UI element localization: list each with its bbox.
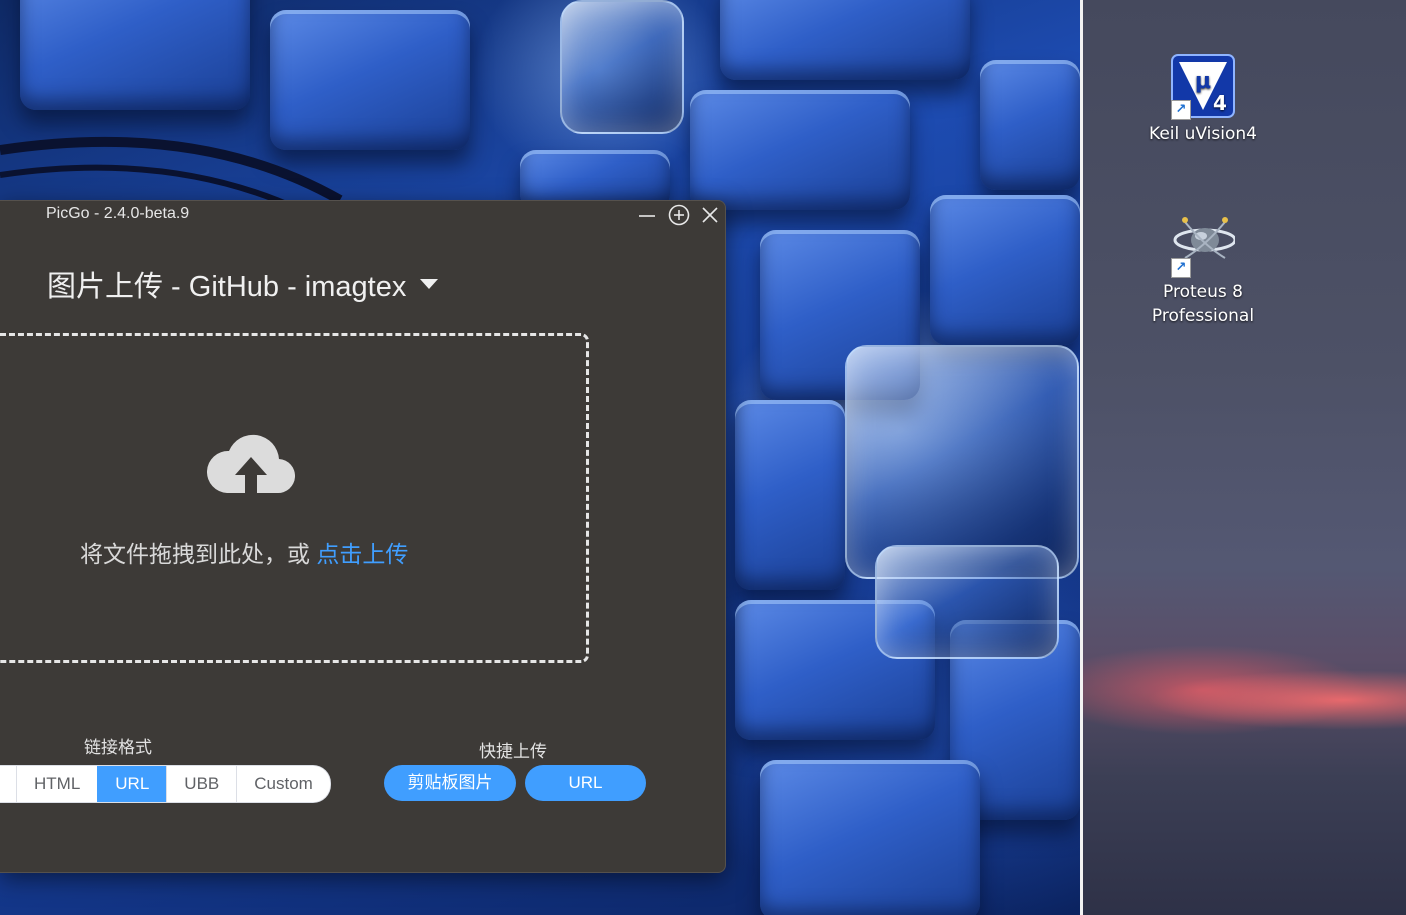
- link-format-group: HTML URL UBB Custom: [0, 765, 331, 803]
- proteus-icon: ↗: [1171, 212, 1237, 278]
- desktop-shortcut-keil[interactable]: μ 4 ↗ Keil uVision4: [1138, 54, 1268, 146]
- drop-instruction-text: 将文件拖拽到此处，或: [80, 541, 317, 567]
- wallpaper-cube: [760, 760, 980, 915]
- wallpaper-cube: [20, 0, 250, 110]
- window-titlebar[interactable]: PicGo - 2.4.0-beta.9: [0, 201, 725, 229]
- format-option-url[interactable]: URL: [97, 766, 167, 802]
- wallpaper-glass-cube: [845, 345, 1079, 579]
- url-upload-button[interactable]: URL: [525, 765, 646, 801]
- desktop-shortcut-label: Proteus 8 Professional: [1151, 282, 1255, 326]
- quick-upload-label: 快捷上传: [479, 742, 547, 761]
- window-title: PicGo - 2.4.0-beta.9: [46, 205, 190, 222]
- click-upload-link[interactable]: 点击上传: [316, 541, 408, 567]
- page-title: 图片上传 - GitHub - imagtex: [47, 271, 407, 303]
- wallpaper-cube: [735, 400, 845, 590]
- shortcut-arrow-icon: ↗: [1171, 258, 1191, 278]
- wallpaper-cube: [930, 195, 1080, 345]
- clipboard-image-button[interactable]: 剪贴板图片: [384, 765, 516, 801]
- wallpaper-cube: [690, 90, 910, 210]
- shortcut-arrow-icon: ↗: [1171, 100, 1191, 120]
- keil-uvision-icon: μ 4 ↗: [1171, 54, 1235, 120]
- wallpaper-cube: [720, 0, 970, 80]
- wallpaper-glass-cube: [560, 0, 684, 134]
- svg-text:4: 4: [1213, 91, 1227, 115]
- desktop-shortcut-label: Keil uVision4: [1149, 124, 1257, 144]
- plus-circle-icon: [668, 204, 690, 226]
- format-option-html[interactable]: HTML: [16, 766, 98, 802]
- wallpaper-glass-cube: [875, 545, 1059, 659]
- minimize-icon: [639, 215, 655, 217]
- picgo-window: PicGo - 2.4.0-beta.9 图片上传 - GitHub - ima…: [0, 200, 726, 873]
- minimize-button[interactable]: [634, 202, 660, 228]
- format-option-custom[interactable]: Custom: [236, 766, 330, 802]
- cloud-upload-icon: [207, 434, 295, 494]
- close-button[interactable]: [697, 202, 723, 228]
- upload-heading[interactable]: 图片上传 - GitHub - imagtex: [47, 263, 439, 305]
- desktop-shortcut-proteus[interactable]: ↗ Proteus 8 Professional: [1138, 212, 1268, 328]
- link-format-label: 链接格式: [84, 738, 152, 757]
- svg-text:μ: μ: [1195, 69, 1211, 94]
- caret-down-icon[interactable]: [420, 279, 439, 289]
- wallpaper-curve: [0, 136, 343, 210]
- close-icon: [702, 207, 718, 223]
- drop-instruction: 将文件拖拽到此处，或 点击上传: [80, 535, 408, 569]
- maximize-button[interactable]: [666, 202, 692, 228]
- upload-drop-zone[interactable]: [0, 333, 589, 663]
- desktop-screen: μ 4 ↗ Keil uVision4 ↗ Proteus 8 Professi…: [0, 0, 1406, 915]
- format-option-ubb[interactable]: UBB: [166, 766, 237, 802]
- format-option-markdown[interactable]: [0, 766, 16, 802]
- wallpaper-cube: [980, 60, 1080, 190]
